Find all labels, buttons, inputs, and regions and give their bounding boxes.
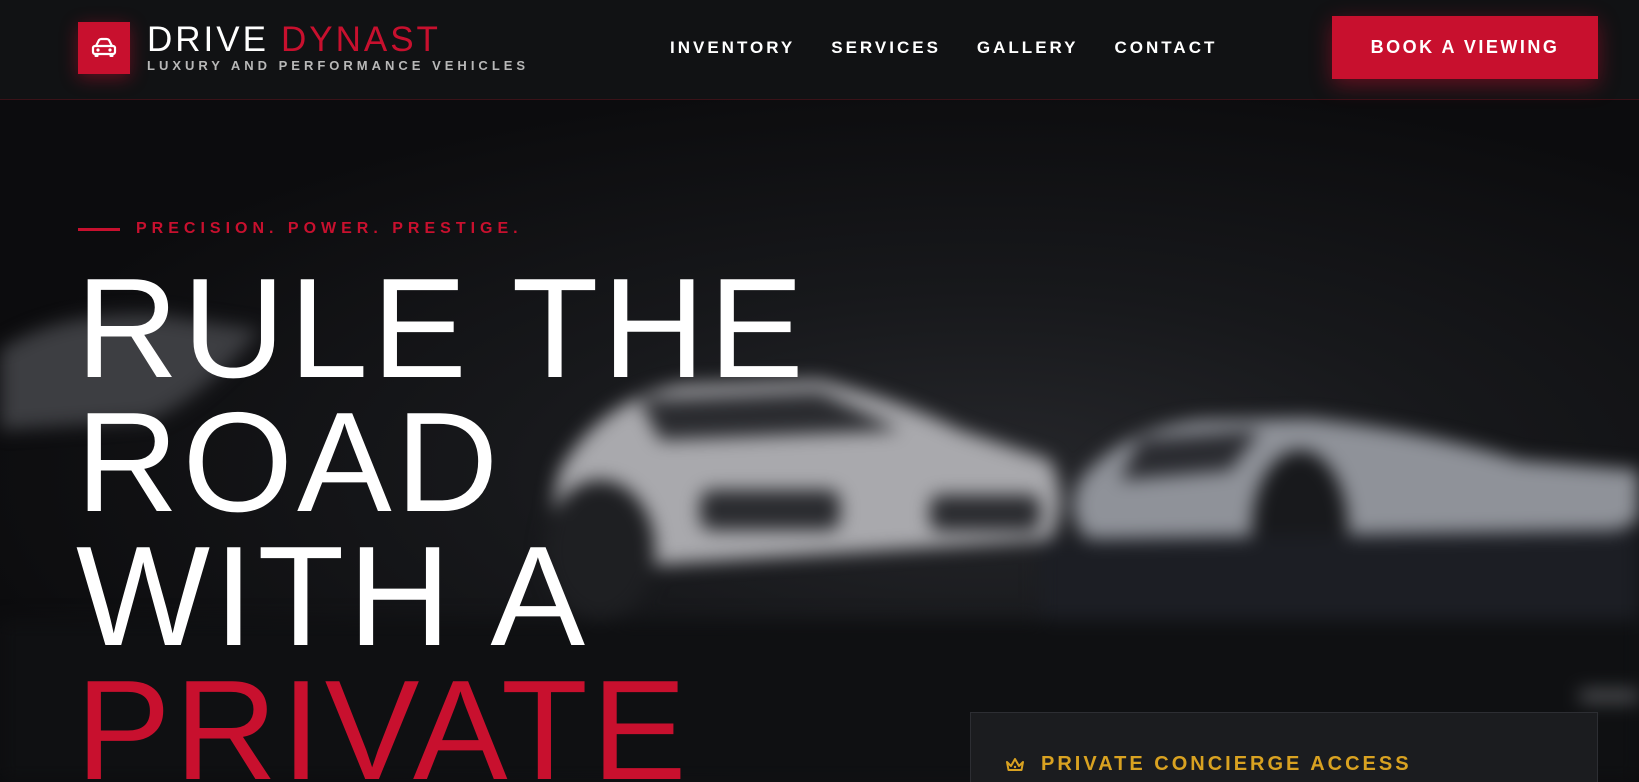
logo-badge[interactable]	[78, 22, 130, 74]
page: DRIVE DYNAST LUXURY AND PERFORMANCE VEHIC…	[0, 0, 1639, 782]
brand-name-part2: DYNAST	[280, 20, 441, 59]
main-nav: INVENTORY SERVICES GALLERY CONTACT	[670, 38, 1217, 58]
hero-eyebrow: PRECISION. POWER. PRESTIGE.	[78, 220, 523, 238]
book-viewing-button[interactable]: BOOK A VIEWING	[1332, 16, 1598, 79]
site-header: DRIVE DYNAST LUXURY AND PERFORMANCE VEHIC…	[0, 0, 1639, 100]
nav-item-inventory[interactable]: INVENTORY	[670, 38, 795, 58]
eyebrow-text: PRECISION. POWER. PRESTIGE.	[136, 220, 523, 237]
nav-item-services[interactable]: SERVICES	[831, 38, 941, 58]
headline-line-3: WITH A	[76, 517, 590, 676]
car-icon	[91, 37, 117, 57]
hero-headline: RULE THE ROAD WITH A PRIVATE	[76, 249, 808, 782]
nav-item-contact[interactable]: CONTACT	[1115, 38, 1218, 58]
brand-tagline: LUXURY AND PERFORMANCE VEHICLES	[147, 58, 530, 73]
nav-item-gallery[interactable]: GALLERY	[977, 38, 1079, 58]
headline-line-1: RULE THE	[76, 249, 808, 408]
crown-icon	[1006, 757, 1024, 771]
concierge-card-header: PRIVATE CONCIERGE ACCESS	[1005, 753, 1412, 776]
concierge-card: PRIVATE CONCIERGE ACCESS	[970, 712, 1598, 782]
concierge-title: PRIVATE CONCIERGE ACCESS	[1041, 753, 1412, 775]
eyebrow-divider	[78, 227, 120, 231]
brand-name[interactable]: DRIVE DYNAST	[147, 20, 441, 60]
headline-accent: PRIVATE	[76, 651, 691, 782]
headline-line-2: ROAD	[76, 383, 503, 542]
brand-name-part1: DRIVE	[147, 20, 269, 59]
